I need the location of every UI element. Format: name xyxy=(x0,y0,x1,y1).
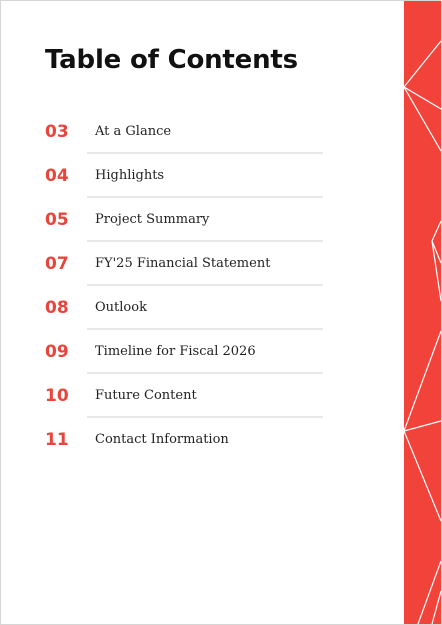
toc-item-future-content[interactable]: 10 Future Content xyxy=(45,374,323,418)
toc-item-timeline[interactable]: 09 Timeline for Fiscal 2026 xyxy=(45,330,323,374)
toc-item-highlights[interactable]: 04 Highlights xyxy=(45,154,323,198)
toc-entry-label: Highlights xyxy=(95,168,165,183)
toc-page-number: 10 xyxy=(45,386,69,406)
toc-entry-label: Contact Information xyxy=(95,432,229,447)
toc-entry-label: FY'25 Financial Statement xyxy=(95,256,271,271)
toc-entry-label: Future Content xyxy=(95,388,197,403)
toc-page-number: 05 xyxy=(45,210,69,230)
toc-item-contact-information[interactable]: 11 Contact Information xyxy=(45,418,323,462)
toc-page-number: 09 xyxy=(45,342,69,362)
toc-page-number: 04 xyxy=(45,166,69,186)
document-page: Table of Contents 03 At a Glance 04 High… xyxy=(0,0,442,625)
decorative-side-band xyxy=(404,1,441,624)
low-poly-line-pattern-icon xyxy=(404,40,441,624)
toc-entry-label: Outlook xyxy=(95,300,147,315)
toc-item-financial-statement[interactable]: 07 FY'25 Financial Statement xyxy=(45,242,323,286)
toc-page-number: 11 xyxy=(45,430,69,450)
toc-item-project-summary[interactable]: 05 Project Summary xyxy=(45,198,323,242)
toc-page-number: 07 xyxy=(45,254,69,274)
toc-page-number: 08 xyxy=(45,298,69,318)
table-of-contents: 03 At a Glance 04 Highlights 05 Project … xyxy=(45,110,323,462)
toc-page-number: 03 xyxy=(45,122,69,142)
toc-item-at-a-glance[interactable]: 03 At a Glance xyxy=(45,110,323,154)
toc-entry-label: Project Summary xyxy=(95,212,210,227)
toc-item-outlook[interactable]: 08 Outlook xyxy=(45,286,323,330)
toc-entry-label: At a Glance xyxy=(95,124,172,139)
page-title: Table of Contents xyxy=(45,45,298,75)
toc-entry-label: Timeline for Fiscal 2026 xyxy=(95,344,256,359)
